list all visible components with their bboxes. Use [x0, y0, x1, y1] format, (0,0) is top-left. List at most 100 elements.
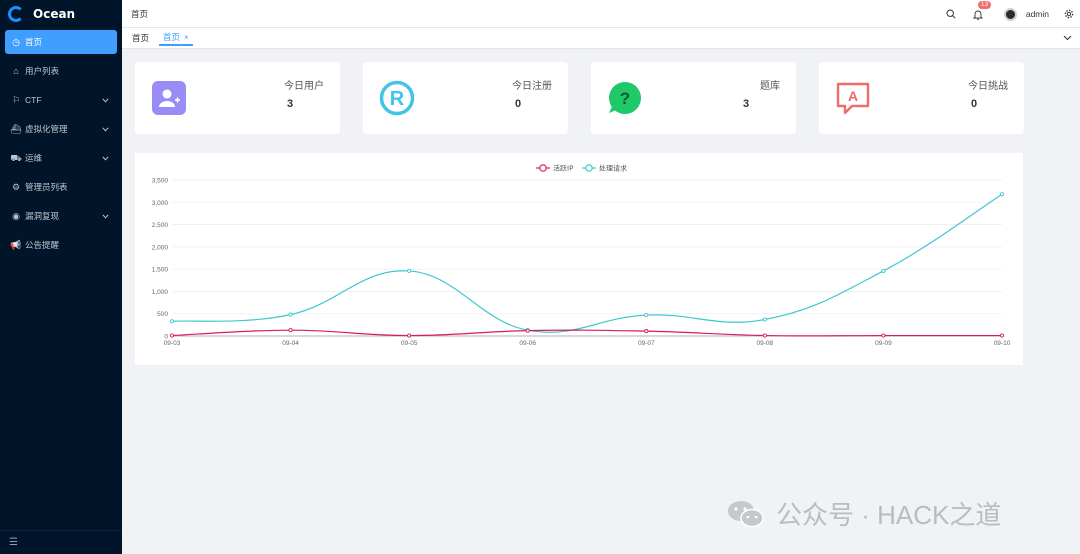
- x-tick-label: 09-08: [757, 340, 774, 347]
- data-point: [169, 319, 175, 324]
- sidebar-item-virtualization[interactable]: ⛴ 虚拟化管理: [5, 117, 117, 141]
- svg-text:A: A: [848, 88, 858, 104]
- app-logo[interactable]: Ocean: [0, 0, 122, 28]
- search-icon[interactable]: [946, 9, 956, 19]
- alert-chat-icon: A: [835, 80, 871, 116]
- data-point: [288, 328, 293, 333]
- sidebar-item-label: 首页: [25, 37, 43, 47]
- dashboard-icon: ◷: [12, 36, 20, 47]
- series-line-requests: [171, 193, 1003, 333]
- sidebar-menu: ◷ 首页 ⌂ 用户列表 ⚐ CTF ⛴ 虚拟化管理 ⛟ 运维 ⚙ 管理员列表 ◉ 漏洞复现 📢 公告提醒: [0, 30, 122, 257]
- series-line-active-ip: [171, 329, 1002, 337]
- data-point: [169, 333, 175, 338]
- breadcrumb[interactable]: 首页: [131, 8, 148, 20]
- settings-gear-icon[interactable]: [1064, 9, 1074, 19]
- data-point: [407, 268, 412, 273]
- legend-label: 处理请求: [599, 164, 627, 173]
- user-add-icon: [151, 80, 187, 116]
- card-value: 0: [971, 98, 978, 110]
- y-tick-label: 2,500: [152, 222, 169, 229]
- data-point: [881, 268, 886, 273]
- tab-label: 首页: [163, 32, 181, 42]
- x-tick-label: 09-06: [519, 340, 536, 347]
- tab-close-icon[interactable]: ×: [184, 33, 189, 42]
- card-label: 今日注册: [512, 81, 552, 92]
- card-label: 今日挑战: [968, 81, 1008, 92]
- menu-fold-icon: ☰: [9, 537, 18, 548]
- x-tick-label: 09-10: [994, 340, 1011, 347]
- data-point: [644, 329, 649, 334]
- sidebar-item-label: 漏洞复现: [25, 211, 60, 221]
- gear-icon: ⚙: [11, 181, 21, 192]
- data-point: [881, 333, 886, 338]
- data-point: [999, 333, 1005, 338]
- notification-count-badge: 13: [977, 0, 992, 9]
- tab-active-home[interactable]: 首页 ×: [159, 30, 193, 46]
- svg-text:R: R: [390, 88, 405, 110]
- sidebar-item-label: CTF: [25, 95, 42, 105]
- sidebar-item-admin-list[interactable]: ⚙ 管理员列表: [5, 175, 117, 199]
- registered-icon: R: [379, 80, 415, 116]
- sidebar-item-vuln-repro[interactable]: ◉ 漏洞复现: [5, 204, 117, 228]
- legend-label: 活跃IP: [553, 164, 573, 173]
- sidebar-item-home[interactable]: ◷ 首页: [5, 30, 117, 54]
- legend-swatch-marker: [539, 164, 547, 172]
- question-chat-icon: ?: [607, 80, 643, 116]
- card-value: 3: [287, 98, 294, 110]
- x-tick-label: 09-09: [875, 340, 892, 347]
- sidebar-item-ctf[interactable]: ⚐ CTF: [5, 88, 117, 112]
- chevron-down-icon: [102, 154, 109, 163]
- sidebar-item-label: 公告提醒: [25, 240, 60, 250]
- wechat-logo-icon: [728, 500, 764, 527]
- stat-card-question-bank: ? 题库 3: [591, 62, 796, 134]
- svg-text:?: ?: [620, 89, 630, 108]
- sidebar-item-label: 用户列表: [25, 66, 60, 76]
- megaphone-icon: 📢: [10, 239, 22, 250]
- flag-icon: ⚐: [11, 94, 21, 105]
- aperture-icon: ◉: [12, 210, 20, 221]
- header-actions: 13 admin: [946, 0, 1074, 28]
- data-point: [762, 333, 767, 338]
- data-point: [288, 312, 293, 317]
- y-tick-label: 3,000: [152, 200, 169, 207]
- data-point: [644, 313, 649, 318]
- card-value: 3: [743, 98, 750, 110]
- top-header: 首页 13 admin: [122, 0, 1080, 28]
- legend-swatch-marker: [585, 164, 593, 172]
- y-tick-label: 1,500: [152, 267, 169, 274]
- sidebar-item-user-list[interactable]: ⌂ 用户列表: [5, 59, 117, 83]
- sidebar-item-label: 运维: [25, 153, 43, 163]
- sidebar-item-ops[interactable]: ⛟ 运维: [5, 146, 117, 170]
- stat-card-today-users: 今日用户 3: [135, 62, 340, 134]
- tabs-dropdown-chevron-icon[interactable]: [1063, 34, 1072, 43]
- ship-icon: ⛴: [10, 123, 22, 134]
- sidebar: Ocean ◷ 首页 ⌂ 用户列表 ⚐ CTF ⛴ 虚拟化管理 ⛟ 运维 ⚙ 管理员列表 ◉ 漏洞复现 📢 公…: [0, 0, 122, 554]
- data-point: [999, 192, 1005, 197]
- x-tick-label: 09-05: [401, 340, 418, 347]
- stat-card-today-challenges: A 今日挑战 0: [819, 62, 1024, 134]
- line-chart-panel: 0 500 1,000 1,500 2,000 2,500 3,000 3,500 09-03 0…: [135, 153, 1023, 365]
- sidebar-item-notices[interactable]: 📢 公告提醒: [5, 233, 117, 257]
- sidebar-item-label: 虚拟化管理: [25, 124, 68, 134]
- y-tick-label: 3,500: [152, 178, 169, 185]
- card-label: 今日用户: [284, 81, 324, 92]
- ocean-logo-icon: [8, 6, 24, 22]
- card-label: 题库: [760, 81, 780, 92]
- data-point: [762, 317, 767, 322]
- wechat-watermark: 公众号 · HACK之道: [726, 495, 1001, 532]
- avatar[interactable]: [1003, 7, 1017, 21]
- home-icon: ⌂: [13, 65, 19, 76]
- watermark-text: 公众号 · HACK之道: [776, 500, 1002, 530]
- card-value: 0: [515, 98, 522, 110]
- chevron-down-icon: [102, 96, 109, 105]
- notification-bell-icon[interactable]: 13: [972, 0, 992, 20]
- sidebar-collapse-button[interactable]: ☰: [0, 530, 122, 554]
- data-point: [407, 333, 412, 338]
- tabs-bar: 首页 首页 ×: [122, 28, 1080, 49]
- y-tick-label: 500: [157, 311, 168, 318]
- line-chart: 05001,0001,5002,0002,5003,0003,50009-03 0…: [152, 164, 1011, 348]
- username[interactable]: admin: [1026, 9, 1049, 19]
- tab-home[interactable]: 首页: [130, 30, 151, 46]
- sidebar-item-label: 管理员列表: [25, 182, 68, 192]
- chevron-down-icon: [102, 125, 109, 134]
